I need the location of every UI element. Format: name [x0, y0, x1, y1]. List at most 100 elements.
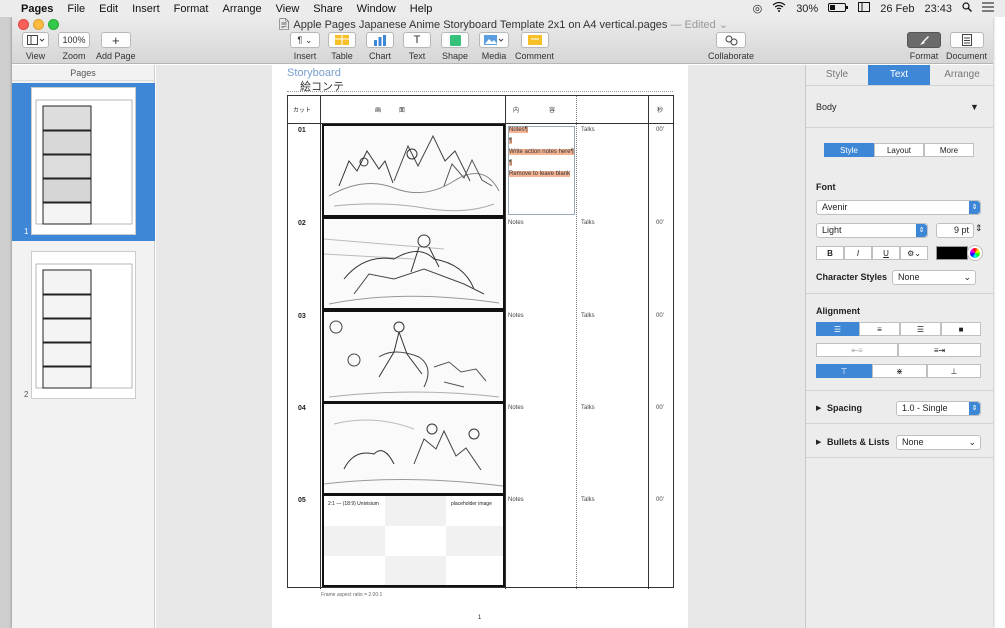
comment-button[interactable]: Comment	[515, 32, 554, 61]
menu-share[interactable]: Share	[306, 3, 349, 15]
underline-button[interactable]: U	[872, 246, 900, 260]
sketch-frame[interactable]	[322, 402, 505, 495]
format-button[interactable]: Format	[907, 32, 941, 61]
document-button[interactable]: Document	[946, 32, 987, 61]
text-color-well[interactable]	[936, 246, 968, 260]
notes-line[interactable]: ¶	[509, 138, 513, 144]
text-options-gear-button[interactable]: ⚙︎⌄	[900, 246, 928, 260]
menu-window[interactable]: Window	[350, 3, 403, 15]
talks-cell[interactable]: Talks	[581, 220, 595, 226]
decrease-indent-button[interactable]: ⇤≡	[816, 343, 898, 357]
subtab-style[interactable]: Style	[824, 143, 874, 157]
chart-button[interactable]: Chart	[366, 32, 394, 61]
menu-format[interactable]: Format	[167, 3, 216, 15]
sketch-frame[interactable]	[322, 217, 505, 310]
text-button[interactable]: T Text	[403, 32, 431, 61]
disclosure-triangle-icon[interactable]: ▶	[816, 404, 821, 412]
notes-cell[interactable]: Notes	[508, 497, 524, 503]
sketch-frame[interactable]	[322, 124, 505, 217]
font-weight-select[interactable]: Light ⇕	[816, 223, 928, 238]
seconds-cell[interactable]: 00'	[656, 405, 664, 411]
spacing-label[interactable]: Spacing	[827, 403, 862, 413]
align-bottom-button[interactable]: ⊥	[927, 364, 981, 378]
notes-cell[interactable]: Notes	[508, 220, 524, 226]
insert-button[interactable]: ¶ ⌄ Insert	[290, 32, 320, 61]
font-size-input[interactable]: 9 pt	[936, 223, 974, 238]
font-size-stepper[interactable]: ⇕	[975, 223, 983, 234]
battery-icon[interactable]	[823, 2, 853, 15]
page-thumbnail-1[interactable]	[31, 87, 136, 235]
increase-indent-button[interactable]: ≡⇥	[898, 343, 981, 357]
menubar-time[interactable]: 23:43	[919, 3, 957, 15]
menu-view[interactable]: View	[269, 3, 307, 15]
spacing-select[interactable]: 1.0 - Single ⇕	[896, 401, 981, 416]
notes-line[interactable]: Remove to leave blank	[509, 171, 571, 177]
align-top-button[interactable]: ⊤	[816, 364, 872, 378]
menu-edit[interactable]: Edit	[92, 3, 125, 15]
menu-help[interactable]: Help	[403, 3, 440, 15]
talks-cell[interactable]: Talks	[581, 127, 595, 133]
cut-number[interactable]: 04	[298, 405, 306, 412]
align-middle-button[interactable]: ⋇	[872, 364, 927, 378]
zoom-control[interactable]: 100% Zoom	[58, 32, 90, 61]
character-styles-select[interactable]: None ⌄	[892, 270, 976, 285]
creative-cloud-icon[interactable]: ◎	[748, 2, 768, 15]
notes-line[interactable]: Write action notes here¶	[509, 149, 574, 155]
edited-status[interactable]: — Edited ⌄	[671, 19, 729, 31]
notification-center-icon[interactable]	[977, 2, 999, 15]
bold-button[interactable]: B	[816, 246, 844, 260]
disclosure-triangle-icon[interactable]: ▶	[816, 438, 821, 446]
talks-cell[interactable]: Talks	[581, 313, 595, 319]
seconds-cell[interactable]: 00'	[656, 313, 664, 319]
menu-app-pages[interactable]: Pages	[14, 3, 60, 15]
collaborate-button[interactable]: Collaborate	[708, 32, 754, 61]
table-button[interactable]: Table	[328, 32, 356, 61]
italic-button[interactable]: I	[844, 246, 872, 260]
storyboard-table[interactable]: カット 画 面 内 容 秒 01 02 03 04 05 Notes Notes…	[287, 95, 674, 589]
align-right-button[interactable]: ☰	[900, 322, 941, 336]
subtab-more[interactable]: More	[924, 143, 974, 157]
tab-text[interactable]: Text	[868, 65, 930, 85]
menu-insert[interactable]: Insert	[125, 3, 167, 15]
sidebar-toggle-icon[interactable]	[853, 2, 875, 15]
bullets-lists-label[interactable]: Bullets & Lists	[827, 437, 890, 447]
document-canvas[interactable]: Storyboard 絵コンテ カット 画 面 内 容 秒 01 02 03 0…	[156, 65, 805, 628]
paragraph-style-value[interactable]: Body	[816, 102, 837, 112]
talks-cell[interactable]: Talks	[581, 497, 595, 503]
paragraph-style-dropdown-icon[interactable]: ▼	[970, 102, 979, 112]
color-wheel-icon[interactable]	[968, 246, 982, 260]
view-button[interactable]: View	[22, 32, 49, 61]
tab-arrange[interactable]: Arrange	[930, 65, 993, 85]
notes-line[interactable]: ¶	[509, 160, 513, 166]
add-page-button[interactable]: + Add Page	[96, 32, 136, 61]
spotlight-icon[interactable]	[957, 2, 977, 15]
zoom-value[interactable]: 100%	[58, 32, 90, 48]
cut-number[interactable]: 02	[298, 220, 306, 227]
cut-number[interactable]: 01	[298, 127, 306, 134]
notes-line[interactable]: Notes¶	[509, 127, 528, 133]
battery-percent[interactable]: 30%	[791, 3, 823, 15]
talks-cell[interactable]: Talks	[581, 405, 595, 411]
seconds-cell[interactable]: 00'	[656, 497, 664, 503]
media-button[interactable]: Media	[479, 32, 509, 61]
align-left-button[interactable]: ☰	[816, 322, 859, 336]
document-page[interactable]: Storyboard 絵コンテ カット 画 面 内 容 秒 01 02 03 0…	[272, 65, 688, 628]
page-thumbnail-selected[interactable]: 1	[12, 83, 155, 241]
bullets-select[interactable]: None ⌄	[896, 435, 981, 450]
frame-aspect-note[interactable]: Frame aspect ratio = 2.00:1	[321, 592, 382, 598]
notes-text-box-selected[interactable]: Notes¶ ¶ Write action notes here¶ ¶ Remo…	[508, 126, 575, 215]
cut-number[interactable]: 03	[298, 313, 306, 320]
align-center-button[interactable]: ≡	[859, 322, 900, 336]
shape-button[interactable]: Shape	[441, 32, 469, 61]
notes-cell[interactable]: Notes	[508, 405, 524, 411]
seconds-cell[interactable]: 00'	[656, 220, 664, 226]
subtab-layout[interactable]: Layout	[874, 143, 924, 157]
notes-cell[interactable]: Notes	[508, 313, 524, 319]
menu-file[interactable]: File	[60, 3, 92, 15]
font-family-select[interactable]: Avenir ⇕	[816, 200, 981, 215]
cut-number[interactable]: 05	[298, 497, 306, 504]
menubar-date[interactable]: 26 Feb	[875, 3, 919, 15]
tab-style[interactable]: Style	[806, 65, 868, 85]
seconds-cell[interactable]: 00'	[656, 127, 664, 133]
page-thumbnail-2[interactable]	[31, 251, 136, 399]
